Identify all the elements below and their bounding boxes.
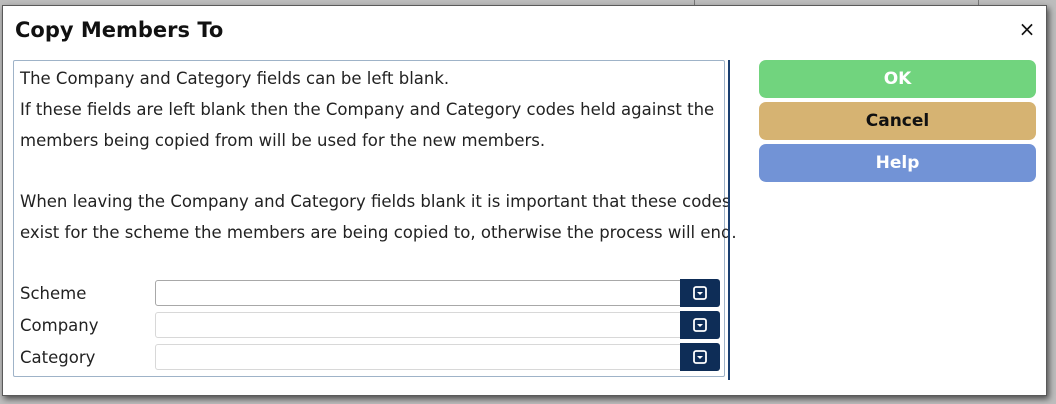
cancel-button[interactable]: Cancel	[759, 102, 1036, 140]
ok-button[interactable]: OK	[759, 60, 1036, 98]
info-text-line: members being copied from will be used f…	[20, 131, 546, 150]
close-icon[interactable]: ×	[1018, 19, 1036, 39]
info-text-line: When leaving the Company and Category fi…	[20, 192, 731, 211]
dialog-title: Copy Members To	[15, 18, 224, 42]
scheme-input[interactable]	[155, 280, 681, 306]
company-dropdown-button[interactable]	[680, 311, 720, 339]
dropdown-icon	[693, 350, 707, 364]
help-button[interactable]: Help	[759, 144, 1036, 182]
category-label: Category	[20, 348, 96, 367]
category-dropdown-button[interactable]	[680, 343, 720, 371]
info-text-line: The Company and Category fields can be l…	[20, 69, 450, 88]
scheme-dropdown-button[interactable]	[680, 279, 720, 307]
content-panel: The Company and Category fields can be l…	[13, 60, 737, 377]
company-input[interactable]	[155, 312, 681, 338]
dropdown-icon	[693, 318, 707, 332]
panel-divider	[728, 60, 730, 380]
scheme-label: Scheme	[20, 284, 87, 303]
category-input[interactable]	[155, 344, 681, 370]
company-label: Company	[20, 316, 99, 335]
dropdown-icon	[693, 286, 707, 300]
info-text-line: exist for the scheme the members are bei…	[20, 223, 737, 242]
info-text-line: If these fields are left blank then the …	[20, 100, 715, 119]
copy-members-dialog: Copy Members To × The Company and Catego…	[2, 5, 1047, 396]
